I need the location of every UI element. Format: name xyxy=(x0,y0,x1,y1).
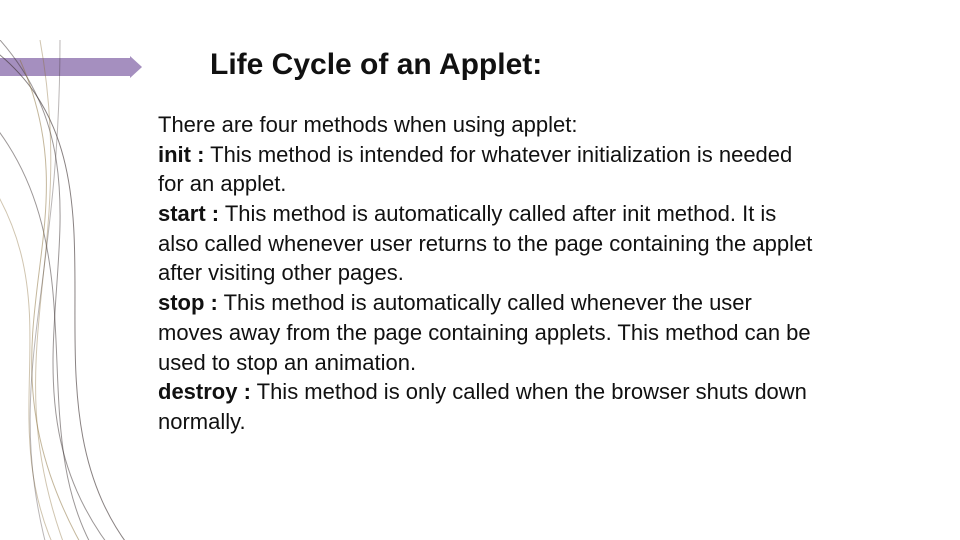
method-destroy-label: destroy : xyxy=(158,379,251,404)
accent-arrow-icon xyxy=(130,56,142,78)
intro-text: There are four methods when using applet… xyxy=(158,112,577,137)
method-start-desc: This method is automatically called afte… xyxy=(158,201,812,285)
slide-body: There are four methods when using applet… xyxy=(158,110,818,437)
method-init-label: init : xyxy=(158,142,204,167)
slide-title: Life Cycle of an Applet: xyxy=(210,48,542,82)
method-stop-desc: This method is automatically called when… xyxy=(158,290,811,374)
method-init-desc: This method is intended for whatever ini… xyxy=(158,142,792,197)
method-destroy-desc: This method is only called when the brow… xyxy=(158,379,807,434)
accent-bar xyxy=(0,58,130,76)
method-start-label: start : xyxy=(158,201,219,226)
method-stop-label: stop : xyxy=(158,290,218,315)
